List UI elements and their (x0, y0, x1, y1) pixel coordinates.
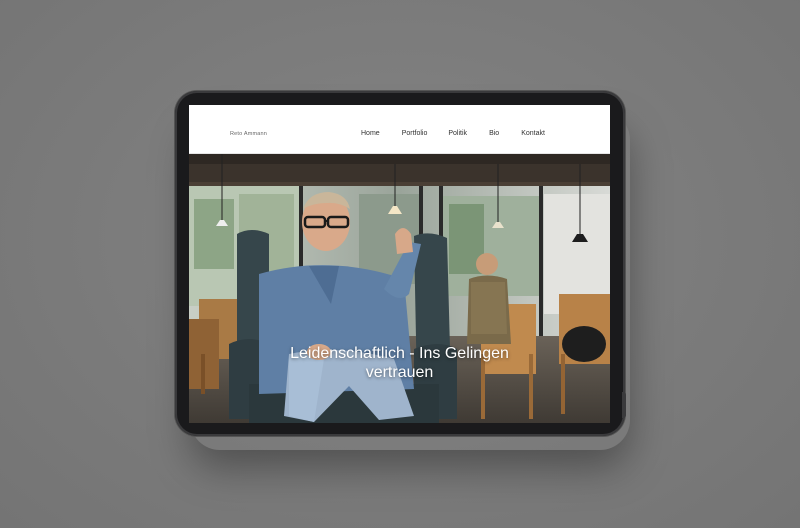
nav-kontakt[interactable]: Kontakt (521, 130, 545, 137)
site-header: Reto Ammann Home Portfolio Politik Bio K… (189, 105, 610, 154)
nav-bio[interactable]: Bio (489, 130, 499, 137)
site-brand[interactable]: Reto Ammann (230, 131, 267, 137)
mockup-stage: Reto Ammann Home Portfolio Politik Bio K… (0, 0, 800, 528)
main-nav: Home Portfolio Politik Bio Kontakt (361, 130, 545, 137)
hero-title: Leidenschaftlich - Ins Gelingen vertraue… (189, 344, 610, 382)
hero-section: Leidenschaftlich - Ins Gelingen vertraue… (189, 154, 610, 423)
hero-title-line-1: Leidenschaftlich - Ins Gelingen (290, 345, 509, 362)
hero-title-line-2: vertrauen (365, 364, 434, 381)
nav-home[interactable]: Home (361, 130, 380, 137)
tablet-screen: Reto Ammann Home Portfolio Politik Bio K… (189, 105, 610, 423)
tablet-side-button (622, 392, 626, 418)
nav-politik[interactable]: Politik (448, 130, 467, 137)
hero-photo (189, 154, 610, 423)
nav-portfolio[interactable]: Portfolio (402, 130, 428, 137)
